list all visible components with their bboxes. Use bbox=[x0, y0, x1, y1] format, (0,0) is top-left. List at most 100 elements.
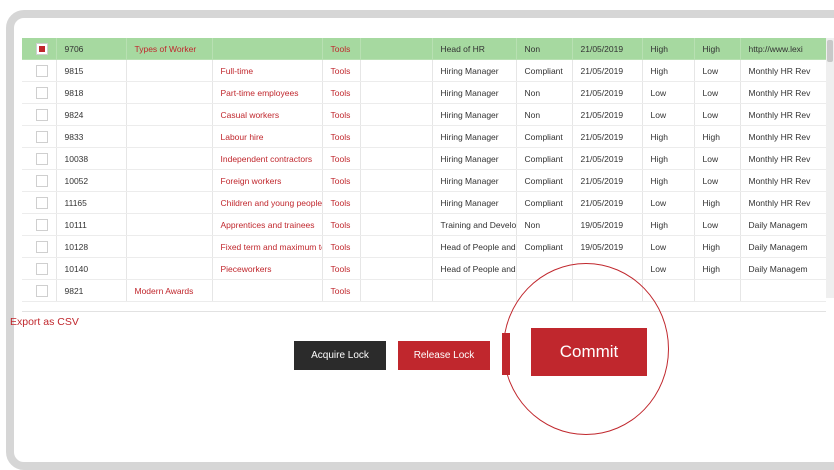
cell-item[interactable]: Fixed term and maximum te bbox=[212, 235, 323, 258]
table-row[interactable]: 10140 Pieceworkers Tools Head of People and… bbox=[22, 257, 826, 280]
row-checkbox[interactable] bbox=[36, 218, 48, 231]
cell-blank bbox=[360, 81, 433, 104]
cell-date: 21/05/2019 bbox=[572, 81, 643, 104]
table-row[interactable]: 9815 Full-time Tools Hiring Manager Complian… bbox=[22, 59, 826, 82]
row-checkbox[interactable] bbox=[36, 240, 48, 253]
cell-link[interactable]: Monthly HR Rev bbox=[740, 103, 826, 126]
row-checkbox[interactable] bbox=[36, 64, 48, 77]
cell-group[interactable] bbox=[126, 213, 213, 236]
cell-id: 11165 bbox=[56, 191, 127, 214]
release-lock-button[interactable]: Release Lock bbox=[398, 341, 490, 370]
row-checkbox[interactable] bbox=[36, 42, 48, 55]
cell-item[interactable]: Independent contractors bbox=[212, 147, 323, 170]
cell-blank bbox=[360, 169, 433, 192]
cell-type: Tools bbox=[322, 38, 361, 60]
cell-link[interactable]: Monthly HR Rev bbox=[740, 147, 826, 170]
cell-link[interactable]: Daily Managem bbox=[740, 213, 826, 236]
cell-impact: Low bbox=[642, 81, 695, 104]
cell-id: 9821 bbox=[56, 279, 127, 302]
cell-item[interactable]: Pieceworkers bbox=[212, 257, 323, 280]
cell-group[interactable] bbox=[126, 235, 213, 258]
row-select-cell bbox=[22, 103, 57, 126]
cell-link[interactable]: Monthly HR Rev bbox=[740, 81, 826, 104]
cell-group[interactable] bbox=[126, 81, 213, 104]
export-csv-link[interactable]: Export as CSV bbox=[10, 316, 79, 328]
cell-status: Compliant bbox=[516, 59, 573, 82]
cell-item[interactable]: Full-time bbox=[212, 59, 323, 82]
cell-link[interactable]: Monthly HR Rev bbox=[740, 59, 826, 82]
table-row[interactable]: 11165 Children and young people Tools Hirin… bbox=[22, 191, 826, 214]
cell-item[interactable]: Part-time employees bbox=[212, 81, 323, 104]
cell-status bbox=[516, 279, 573, 302]
cell-link[interactable]: Daily Managem bbox=[740, 257, 826, 280]
cell-blank bbox=[360, 59, 433, 82]
cell-date: 19/05/2019 bbox=[572, 213, 643, 236]
cell-date: 21/05/2019 bbox=[572, 169, 643, 192]
cell-priority: Low bbox=[694, 103, 741, 126]
cell-status: Compliant bbox=[516, 147, 573, 170]
table-row[interactable]: 10038 Independent contractors Tools Hiring … bbox=[22, 147, 826, 170]
cell-group[interactable]: Modern Awards bbox=[126, 279, 213, 302]
cell-status: Compliant bbox=[516, 191, 573, 214]
table-row[interactable]: 9824 Casual workers Tools Hiring Manager Non… bbox=[22, 103, 826, 126]
cell-priority: High bbox=[694, 38, 741, 60]
cell-group[interactable] bbox=[126, 147, 213, 170]
row-checkbox[interactable] bbox=[36, 130, 48, 143]
row-checkbox[interactable] bbox=[36, 196, 48, 209]
cell-type: Tools bbox=[322, 169, 361, 192]
cell-priority: Low bbox=[694, 81, 741, 104]
cell-group[interactable] bbox=[126, 169, 213, 192]
row-checkbox[interactable] bbox=[36, 262, 48, 275]
acquire-lock-button[interactable]: Acquire Lock bbox=[294, 341, 386, 370]
cell-group[interactable] bbox=[126, 103, 213, 126]
scrollbar-thumb[interactable] bbox=[827, 40, 833, 62]
cell-blank bbox=[360, 257, 433, 280]
cell-id: 9815 bbox=[56, 59, 127, 82]
cell-role: Hiring Manager bbox=[432, 147, 517, 170]
cell-blank bbox=[360, 191, 433, 214]
cell-link[interactable] bbox=[740, 279, 826, 302]
cell-impact: High bbox=[642, 125, 695, 148]
row-select-cell bbox=[22, 59, 57, 82]
cell-item[interactable]: Labour hire bbox=[212, 125, 323, 148]
cell-item[interactable]: Children and young people bbox=[212, 191, 323, 214]
cell-status: Compliant bbox=[516, 235, 573, 258]
hidden-button-edge[interactable] bbox=[502, 333, 510, 375]
cell-link[interactable]: Monthly HR Rev bbox=[740, 125, 826, 148]
cell-item[interactable] bbox=[212, 279, 323, 302]
table-row[interactable]: 10052 Foreign workers Tools Hiring Manager C… bbox=[22, 169, 826, 192]
row-checkbox[interactable] bbox=[36, 174, 48, 187]
cell-item[interactable]: Foreign workers bbox=[212, 169, 323, 192]
cell-group[interactable] bbox=[126, 257, 213, 280]
cell-link[interactable]: Daily Managem bbox=[740, 235, 826, 258]
cell-type: Tools bbox=[322, 125, 361, 148]
cell-item[interactable]: Apprentices and trainees bbox=[212, 213, 323, 236]
table-scrollbar[interactable] bbox=[826, 38, 834, 298]
commit-button[interactable]: Commit bbox=[531, 328, 647, 376]
table-row[interactable]: 9833 Labour hire Tools Hiring Manager Compli… bbox=[22, 125, 826, 148]
cell-status: Non bbox=[516, 213, 573, 236]
cell-role: Head of HR bbox=[432, 38, 517, 60]
table-row[interactable]: 9821 Modern Awards Tools bbox=[22, 279, 826, 302]
table-row[interactable]: 10128 Fixed term and maximum te Tools Head … bbox=[22, 235, 826, 258]
row-checkbox[interactable] bbox=[36, 108, 48, 121]
app-frame: 9706 Types of Worker Tools Head of HR Non 21/… bbox=[0, 0, 834, 470]
cell-group[interactable] bbox=[126, 125, 213, 148]
cell-link[interactable]: Monthly HR Rev bbox=[740, 169, 826, 192]
table-row[interactable]: 9706 Types of Worker Tools Head of HR Non 21/… bbox=[22, 38, 826, 60]
cell-item[interactable]: Casual workers bbox=[212, 103, 323, 126]
cell-group[interactable]: Types of Worker bbox=[126, 38, 213, 60]
cell-group[interactable] bbox=[126, 59, 213, 82]
row-checkbox[interactable] bbox=[36, 86, 48, 99]
row-checkbox[interactable] bbox=[36, 284, 48, 297]
cell-priority: High bbox=[694, 235, 741, 258]
cell-item[interactable] bbox=[212, 38, 323, 60]
table-row[interactable]: 10111 Apprentices and trainees Tools Traini… bbox=[22, 213, 826, 236]
cell-status: Compliant bbox=[516, 125, 573, 148]
cell-group[interactable] bbox=[126, 191, 213, 214]
cell-impact: High bbox=[642, 38, 695, 60]
row-checkbox[interactable] bbox=[36, 152, 48, 165]
cell-link[interactable]: http://www.lexi bbox=[740, 38, 826, 60]
cell-link[interactable]: Monthly HR Rev bbox=[740, 191, 826, 214]
table-row[interactable]: 9818 Part-time employees Tools Hiring Manag… bbox=[22, 81, 826, 104]
